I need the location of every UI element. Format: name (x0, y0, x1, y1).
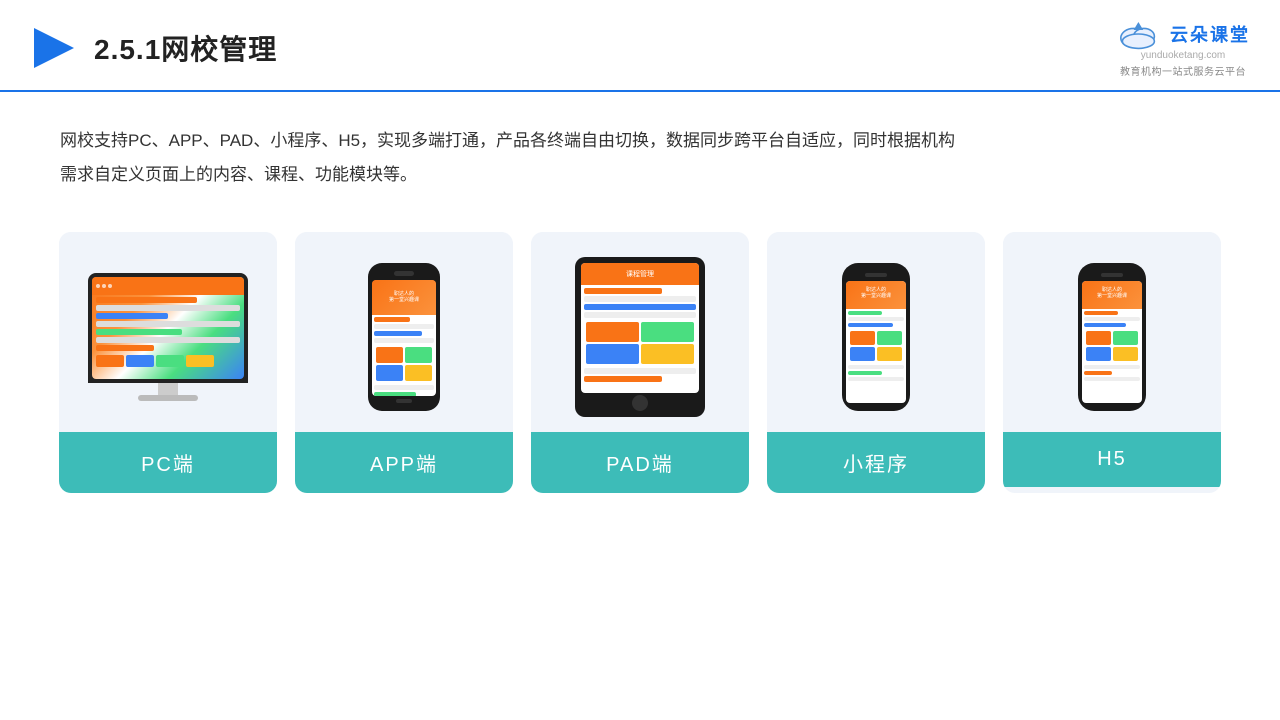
miniprogram-image-area: 职达人的第一堂兴趣课 (767, 232, 985, 432)
play-icon (30, 24, 78, 72)
app-phone: 职达人的第一堂兴趣课 (368, 263, 440, 411)
mini-phone-notch (865, 273, 887, 277)
pad-image-area: 课程管理 (531, 232, 749, 432)
h5-phone-notch (1101, 273, 1123, 277)
card-app: 职达人的第一堂兴趣课 (295, 232, 513, 493)
phone-screen: 职达人的第一堂兴趣课 (372, 280, 436, 396)
card-pad: 课程管理 (531, 232, 749, 493)
mini-phone-screen: 职达人的第一堂兴趣课 (846, 281, 906, 403)
card-h5: 职达人的第一堂兴趣课 (1003, 232, 1221, 493)
h5-label: H5 (1003, 432, 1221, 487)
pad-label: PAD端 (531, 432, 749, 493)
pc-label: PC端 (59, 432, 277, 493)
h5-image-area: 职达人的第一堂兴趣课 (1003, 232, 1221, 432)
h5-phone: 职达人的第一堂兴趣课 (1078, 263, 1146, 411)
h5-phone-screen: 职达人的第一堂兴趣课 (1082, 281, 1142, 403)
pc-monitor (88, 273, 248, 401)
card-pc: PC端 (59, 232, 277, 493)
card-miniprogram: 职达人的第一堂兴趣课 (767, 232, 985, 493)
phone-home-btn (396, 399, 412, 403)
miniprogram-phone: 职达人的第一堂兴趣课 (842, 263, 910, 411)
logo-sub: 教育机构一站式服务云平台 (1120, 63, 1246, 78)
app-label: APP端 (295, 432, 513, 493)
logo-text: 云朵课堂 (1170, 21, 1250, 47)
phone-notch (394, 271, 414, 276)
description-line2: 需求自定义页面上的内容、课程、功能模块等。 (60, 158, 1220, 192)
cloud-icon (1116, 18, 1164, 50)
pc-image-area (59, 232, 277, 432)
page-header: 2.5.1网校管理 云朵课堂 yunduoketang.com 教育机构一站式服… (0, 0, 1280, 92)
description: 网校支持PC、APP、PAD、小程序、H5，实现多端打通，产品各终端自由切换，数… (0, 92, 1280, 212)
tablet-frame: 课程管理 (575, 257, 705, 417)
monitor-frame (88, 273, 248, 383)
header-left: 2.5.1网校管理 (30, 24, 277, 72)
miniprogram-label: 小程序 (767, 432, 985, 493)
tablet-screen: 课程管理 (581, 263, 699, 393)
description-line1: 网校支持PC、APP、PAD、小程序、H5，实现多端打通，产品各终端自由切换，数… (60, 124, 1220, 158)
tablet-home-btn (632, 395, 648, 411)
page-title: 2.5.1网校管理 (94, 28, 277, 68)
logo-area: 云朵课堂 yunduoketang.com 教育机构一站式服务云平台 (1116, 18, 1250, 78)
monitor-screen (92, 277, 244, 379)
cards-area: PC端 职达人的第一堂兴趣课 (0, 212, 1280, 523)
logo-cloud: 云朵课堂 (1116, 18, 1250, 50)
logo-url: yunduoketang.com (1141, 50, 1226, 61)
app-image-area: 职达人的第一堂兴趣课 (295, 232, 513, 432)
